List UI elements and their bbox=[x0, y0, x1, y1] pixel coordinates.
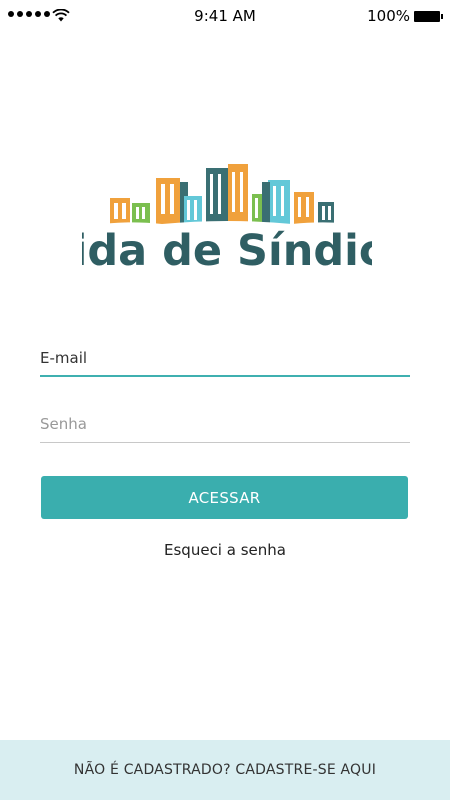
password-underline bbox=[40, 442, 410, 443]
password-field-group bbox=[40, 414, 410, 443]
signup-label: NÃO É CADASTRADO? CADASTRE-SE AQUI bbox=[73, 762, 377, 778]
logo-text: Vida de Síndico bbox=[82, 226, 372, 275]
status-bar: 9:41 AM 100% bbox=[0, 0, 450, 34]
app-logo: Vida de Síndico bbox=[82, 164, 372, 275]
password-input[interactable] bbox=[40, 415, 410, 437]
login-button[interactable]: ACESSAR bbox=[41, 476, 408, 519]
city-buildings-logo bbox=[86, 164, 368, 232]
battery-percent: 100% bbox=[367, 7, 410, 25]
battery-icon bbox=[414, 11, 443, 22]
login-button-label: ACESSAR bbox=[188, 488, 261, 507]
email-input[interactable] bbox=[40, 349, 410, 371]
email-field-group bbox=[40, 348, 410, 377]
email-underline bbox=[40, 375, 410, 377]
login-screen: 9:41 AM 100% da de Síndic E-mail ACESSAR… bbox=[0, 0, 450, 800]
forgot-password-link[interactable]: Esqueci a senha bbox=[0, 541, 450, 559]
signup-button[interactable]: NÃO É CADASTRADO? CADASTRE-SE AQUI bbox=[0, 740, 450, 800]
